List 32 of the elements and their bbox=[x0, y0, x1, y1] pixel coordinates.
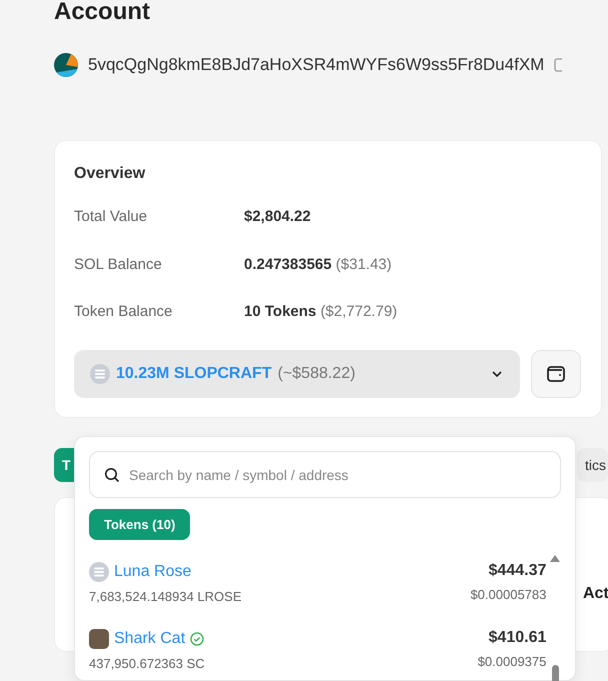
tab[interactable]: tics bbox=[577, 448, 608, 482]
overview-label: Total Value bbox=[74, 208, 148, 227]
scroll-up-arrow-icon[interactable] bbox=[550, 555, 560, 562]
token-name-link[interactable]: Shark Cat bbox=[114, 630, 186, 648]
token-icon bbox=[89, 562, 109, 582]
copy-icon[interactable] bbox=[554, 57, 562, 73]
token-photo-placeholder bbox=[89, 629, 109, 649]
overview-title: Overview bbox=[74, 165, 146, 183]
token-price: $0.0009375 bbox=[478, 654, 546, 669]
token-icon bbox=[90, 364, 110, 384]
account-address: 5vqcQgNg8kmE8BJd7aHoXSR4mWYFs6W9ss5Fr8Du4fXM bbox=[88, 55, 544, 75]
token-select[interactable]: 10.23M SLOPCRAFT (~$588.22) bbox=[74, 350, 520, 398]
scrollbar[interactable] bbox=[549, 555, 561, 681]
wallet-icon bbox=[546, 364, 566, 384]
token-amount: 7,683,524.148934 LROSE bbox=[89, 589, 242, 604]
selected-token-value: (~$588.22) bbox=[278, 364, 356, 382]
search-field[interactable]: Search by name / symbol / address bbox=[89, 451, 561, 498]
token-value: $410.61 bbox=[488, 629, 546, 647]
token-price: $0.00005783 bbox=[470, 587, 546, 602]
overview-value: $2,804.22 bbox=[244, 208, 311, 227]
token-amount: 437,950.672363 SC bbox=[89, 656, 205, 671]
token-value: $444.37 bbox=[488, 562, 546, 580]
selected-token-amount: 10.23M SLOPCRAFT bbox=[116, 364, 272, 382]
overview-label: Token Balance bbox=[74, 303, 174, 322]
page-title: Account bbox=[54, 0, 151, 27]
overview-label: SOL Balance bbox=[74, 256, 163, 274]
account-avatar-icon bbox=[54, 53, 78, 77]
overview-value: 10 Tokens ($2,772.79) bbox=[244, 303, 398, 322]
overview-value: 0.247383565 ($31.43) bbox=[244, 256, 392, 274]
token-name-link[interactable]: Luna Rose bbox=[114, 563, 192, 581]
wallet-button[interactable] bbox=[531, 350, 581, 398]
tokens-filter-chip[interactable]: Tokens (10) bbox=[89, 509, 190, 540]
